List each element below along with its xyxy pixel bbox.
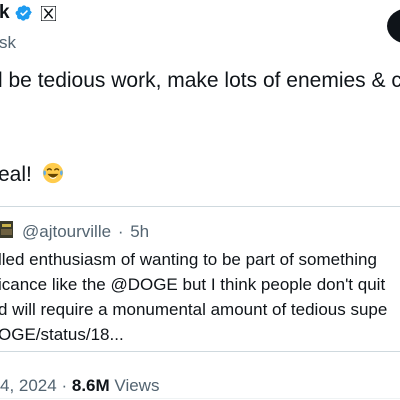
tweet-text-line: l be tedious work, make lots of enemies …: [0, 69, 400, 92]
divider: [0, 398, 400, 399]
meta-separator: ·: [61, 376, 68, 395]
author-name[interactable]: k: [0, 2, 10, 24]
tweet-date[interactable]: 4, 2024: [0, 376, 57, 395]
quoted-timestamp[interactable]: 5h: [130, 222, 149, 241]
more-options-button[interactable]: [387, 8, 400, 44]
quoted-separator: ·: [117, 222, 124, 241]
views-count: 8.6M: [71, 376, 110, 395]
views-label: Views: [114, 376, 160, 395]
face-with-tears-of-joy-icon: [42, 162, 63, 184]
quoted-text-line: d will require a monumental amount of te…: [0, 300, 388, 319]
author-handle[interactable]: sk: [0, 33, 16, 53]
quoted-text-line: icance like the @DOGE but I think people…: [0, 275, 386, 294]
tweet-text-line: eal!: [0, 162, 64, 187]
tweet-detail-view: k sk l be tedious work, make lots of ene…: [0, 0, 400, 400]
tweet-meta: 4, 2024 · 8.6M Views: [0, 376, 159, 396]
quoted-text-line: lled enthusiasm of wanting to be part of…: [0, 250, 377, 269]
quoted-text-line[interactable]: OGE/status/18...: [0, 325, 124, 345]
quoted-author-avatar[interactable]: [0, 221, 13, 238]
tweet-text-fragment: eal!: [0, 163, 32, 186]
x-logo-icon: [41, 6, 56, 21]
quoted-author-handle[interactable]: @ajtourville: [22, 222, 111, 241]
verified-badge-icon: [15, 5, 32, 21]
quoted-author-row: @ajtourville · 5h: [22, 222, 149, 242]
